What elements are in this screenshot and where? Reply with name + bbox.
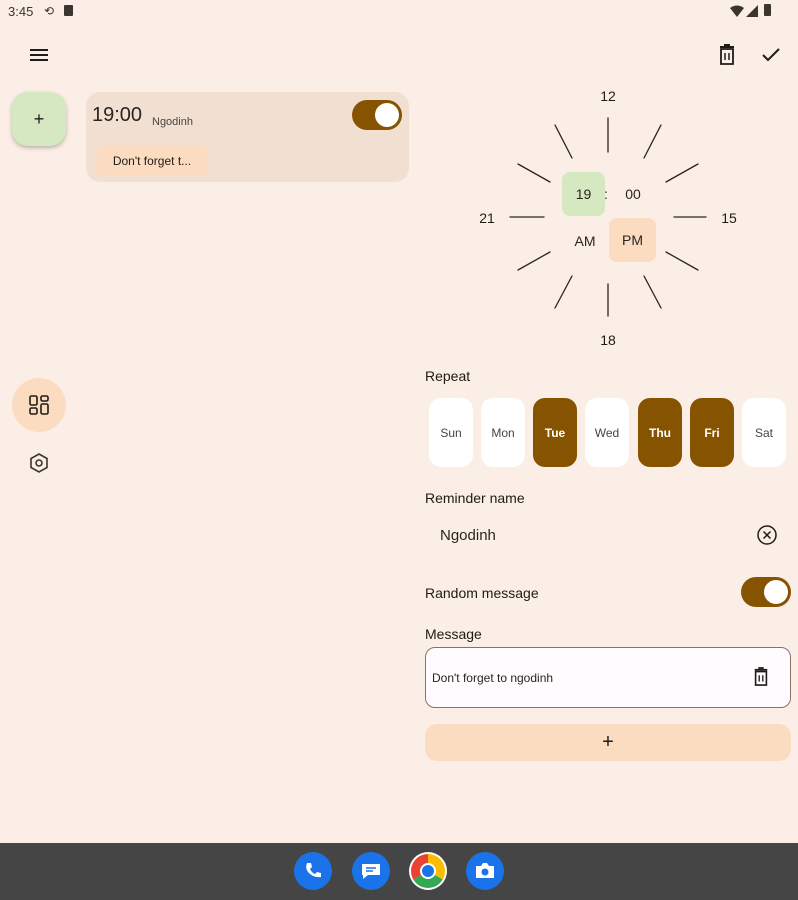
messages-app-icon[interactable] xyxy=(352,852,390,890)
repeat-day-sat[interactable]: Sat xyxy=(742,398,786,467)
add-message-label: + xyxy=(602,731,614,753)
repeat-day-fri[interactable]: Fri xyxy=(690,398,734,467)
add-message-button[interactable]: + xyxy=(425,724,791,761)
add-reminder-fab[interactable]: + xyxy=(12,92,66,146)
clear-name-button[interactable] xyxy=(754,522,780,548)
clock-number-18: 18 xyxy=(600,332,616,348)
repeat-label: Repeat xyxy=(425,368,471,384)
save-button[interactable] xyxy=(758,42,784,68)
repeat-day-thu[interactable]: Thu xyxy=(638,398,682,467)
repeat-day-sun[interactable]: Sun xyxy=(429,398,473,467)
menu-button[interactable] xyxy=(26,42,52,68)
signal-icon xyxy=(746,4,758,17)
taskbar xyxy=(0,843,798,900)
camera-app-icon[interactable] xyxy=(466,852,504,890)
message-label: Message xyxy=(425,626,482,642)
repeat-day-tue[interactable]: Tue xyxy=(533,398,577,467)
reminder-card-message-chip: Don't forget t... xyxy=(96,146,208,176)
rail-reminders-button[interactable] xyxy=(12,378,66,432)
menu-icon xyxy=(30,49,48,61)
battery-icon xyxy=(764,4,771,16)
status-time: 3:45 xyxy=(8,4,34,19)
hour-selector[interactable]: 19 xyxy=(562,172,605,216)
reminder-enabled-toggle[interactable] xyxy=(352,100,402,130)
clear-icon xyxy=(757,525,777,545)
reminder-card-time: 19:00 xyxy=(92,104,143,126)
sync-icon: ⟲ xyxy=(44,4,55,18)
phone-app-icon[interactable] xyxy=(294,852,332,890)
time-separator: : xyxy=(604,186,608,202)
random-message-label: Random message xyxy=(425,585,539,601)
message-text[interactable]: Don't forget to ngodinh xyxy=(432,671,553,685)
fab-label: + xyxy=(33,108,45,129)
check-icon xyxy=(762,48,780,62)
clock-dial[interactable] xyxy=(500,100,716,340)
rail-settings-button[interactable] xyxy=(26,450,52,476)
clock-number-15: 15 xyxy=(721,210,737,226)
clock-number-12: 12 xyxy=(600,88,616,104)
am-button[interactable]: AM xyxy=(566,220,604,262)
delete-message-button[interactable] xyxy=(748,664,774,690)
clock-number-21: 21 xyxy=(479,210,495,226)
repeat-day-mon[interactable]: Mon xyxy=(481,398,525,467)
chrome-app-icon[interactable] xyxy=(409,852,447,890)
settings-icon xyxy=(30,453,48,473)
reminder-name-input[interactable]: Ngodinh xyxy=(440,527,496,544)
pm-button[interactable]: PM xyxy=(609,218,656,262)
trash-icon xyxy=(720,44,734,65)
random-message-toggle[interactable] xyxy=(741,577,791,607)
minute-selector[interactable]: 00 xyxy=(616,172,650,216)
delete-reminder-button[interactable] xyxy=(714,42,740,68)
dashboard-icon xyxy=(29,395,49,415)
toggle-knob xyxy=(764,580,788,604)
wifi-icon xyxy=(730,4,744,17)
toggle-knob xyxy=(375,103,399,127)
repeat-day-wed[interactable]: Wed xyxy=(585,398,629,467)
trash-icon xyxy=(754,667,768,686)
reminder-name-label: Reminder name xyxy=(425,490,525,506)
sd-card-icon xyxy=(64,5,73,16)
reminder-card-name: Ngodinh xyxy=(152,116,193,128)
